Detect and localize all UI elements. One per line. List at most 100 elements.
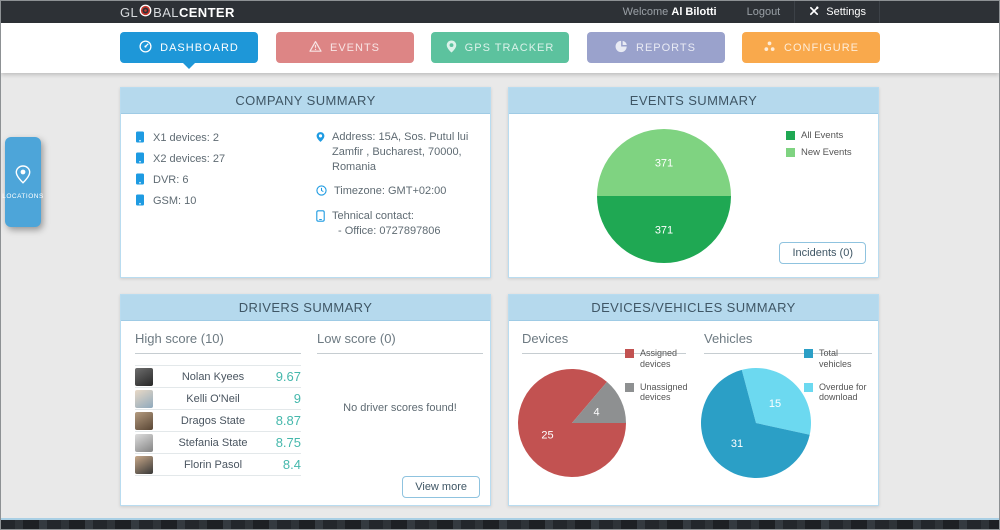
legend-label: Assigned devices [640, 348, 689, 370]
legend-item: New Events [786, 147, 852, 158]
tab-reports[interactable]: REPORTS [587, 32, 725, 63]
svg-text:25: 25 [541, 429, 553, 441]
svg-text:371: 371 [655, 225, 673, 237]
tab-label: CONFIGURE [784, 42, 859, 54]
list-item: GSM: 10 [135, 195, 225, 207]
contact-title: Tehnical contact: [332, 209, 441, 224]
welcome-prefix: Welcome [623, 6, 669, 18]
avatar [135, 368, 153, 386]
list-item: X1 devices: 2 [135, 132, 225, 144]
cluster-gear-icon [763, 40, 776, 56]
panel-title: COMPANY SUMMARY [121, 88, 490, 114]
driver-score: 8.75 [265, 435, 301, 450]
panel-title: EVENTS SUMMARY [509, 88, 878, 114]
bottom-dark-bar [1, 520, 999, 529]
legend-item: Overdue for download [804, 382, 870, 404]
svg-text:4: 4 [593, 407, 599, 419]
driver-name: Dragos State [161, 415, 265, 427]
location-pin-icon [15, 165, 31, 189]
tab-dashboard[interactable]: DASHBOARD [120, 32, 258, 63]
driver-name: Kelli O'Neil [161, 393, 265, 405]
settings-button[interactable]: Settings [794, 1, 880, 23]
events-summary-panel: EVENTS SUMMARY 371 371 All Events New Eve… [508, 87, 879, 278]
tab-gps-tracker[interactable]: GPS TRACKER [431, 32, 569, 63]
locations-side-tab[interactable]: LOCATIONS [5, 137, 41, 227]
driver-name: Stefania State [161, 437, 265, 449]
logout-link[interactable]: Logout [735, 6, 793, 18]
tab-events[interactable]: EVENTS [276, 32, 414, 63]
list-item: X2 devices: 27 [135, 153, 225, 165]
high-score-column: High score (10) Nolan Kyees9.67 Kelli O'… [135, 331, 301, 476]
low-score-column: Low score (0) No driver scores found! [317, 331, 483, 414]
tab-configure[interactable]: CONFIGURE [742, 32, 880, 63]
avatar [135, 390, 153, 408]
timezone-text: Timezone: GMT+02:00 [334, 184, 446, 201]
svg-text:15: 15 [769, 398, 781, 410]
driver-name: Florin Pasol [161, 459, 265, 471]
logo-text-bal: BAL [153, 5, 179, 20]
nav-tab-strip: DASHBOARD EVENTS GPS TRACKER REPORTS CON… [1, 23, 999, 73]
address-row: Address: 15A, Sos. Putul lui Zamfir , Bu… [316, 130, 484, 175]
incidents-button[interactable]: Incidents (0) [779, 242, 866, 264]
dashboard-gauge-icon [139, 40, 152, 56]
tab-label: REPORTS [636, 42, 696, 54]
legend-swatch [786, 131, 795, 140]
empty-scores-message: No driver scores found! [317, 402, 483, 414]
panel-title: DRIVERS SUMMARY [121, 295, 490, 321]
driver-score: 9.67 [265, 369, 301, 384]
driver-name: Nolan Kyees [161, 371, 265, 383]
device-icon [135, 194, 145, 209]
legend-swatch [625, 383, 634, 392]
devices-vehicles-summary-panel: DEVICES/VEHICLES SUMMARY Devices 254 Ass… [508, 294, 879, 506]
app-logo: GL BAL CENTER [120, 4, 235, 20]
address-text: Address: 15A, Sos. Putul lui Zamfir , Bu… [332, 130, 484, 175]
legend-swatch [804, 349, 813, 358]
logo-target-icon [138, 4, 153, 20]
legend-label: Overdue for download [819, 382, 870, 404]
map-pin-icon [316, 130, 325, 175]
legend-swatch [625, 349, 634, 358]
table-row[interactable]: Dragos State8.87 [135, 410, 301, 432]
table-row[interactable]: Nolan Kyees9.67 [135, 366, 301, 388]
content-area: LOCATIONS COMPANY SUMMARY X1 devices: 2 … [1, 73, 999, 518]
driver-score: 8.87 [265, 413, 301, 428]
tools-icon [808, 5, 820, 20]
device-count-text: GSM: 10 [153, 195, 196, 207]
warning-triangle-icon [309, 40, 322, 56]
legend-item: Unassigned devices [625, 382, 689, 404]
table-row[interactable]: Kelli O'Neil9 [135, 388, 301, 410]
welcome-text: Welcome Al Bilotti [623, 6, 717, 18]
avatar [135, 412, 153, 430]
devices-half: Devices 254 Assigned devices Unassigned … [509, 321, 694, 504]
devices-legend: Assigned devices Unassigned devices [625, 348, 689, 415]
table-row[interactable]: Stefania State8.75 [135, 432, 301, 454]
device-count-text: DVR: 6 [153, 174, 188, 186]
legend-item: All Events [786, 130, 852, 141]
list-item: DVR: 6 [135, 174, 225, 186]
driver-score-table: Nolan Kyees9.67 Kelli O'Neil9 Dragos Sta… [135, 365, 301, 476]
avatar [135, 456, 153, 474]
device-icon [135, 152, 145, 167]
svg-text:371: 371 [655, 158, 673, 170]
bottom-strip [1, 518, 999, 529]
svg-text:31: 31 [731, 438, 743, 450]
phone-icon [316, 209, 325, 239]
device-count-text: X2 devices: 27 [153, 153, 225, 165]
legend-swatch [804, 383, 813, 392]
logo-text-gl: GL [120, 5, 138, 20]
legend-label: New Events [801, 147, 852, 158]
tab-label: GPS TRACKER [465, 42, 555, 54]
company-contact-info: Address: 15A, Sos. Putul lui Zamfir , Bu… [316, 130, 484, 248]
events-legend: All Events New Events [786, 130, 852, 164]
top-bar: GL BAL CENTER Welcome Al Bilotti Logout … [1, 1, 999, 23]
legend-label: Total vehicles [819, 348, 870, 370]
device-icon [135, 173, 145, 188]
timezone-row: Timezone: GMT+02:00 [316, 184, 484, 201]
table-row[interactable]: Florin Pasol8.4 [135, 454, 301, 476]
tab-label: DASHBOARD [160, 42, 239, 54]
view-more-button[interactable]: View more [402, 476, 480, 498]
low-score-heading: Low score (0) [317, 331, 483, 354]
tab-label: EVENTS [330, 42, 380, 54]
pie-chart-icon [615, 40, 628, 56]
locations-label: LOCATIONS [2, 193, 44, 200]
